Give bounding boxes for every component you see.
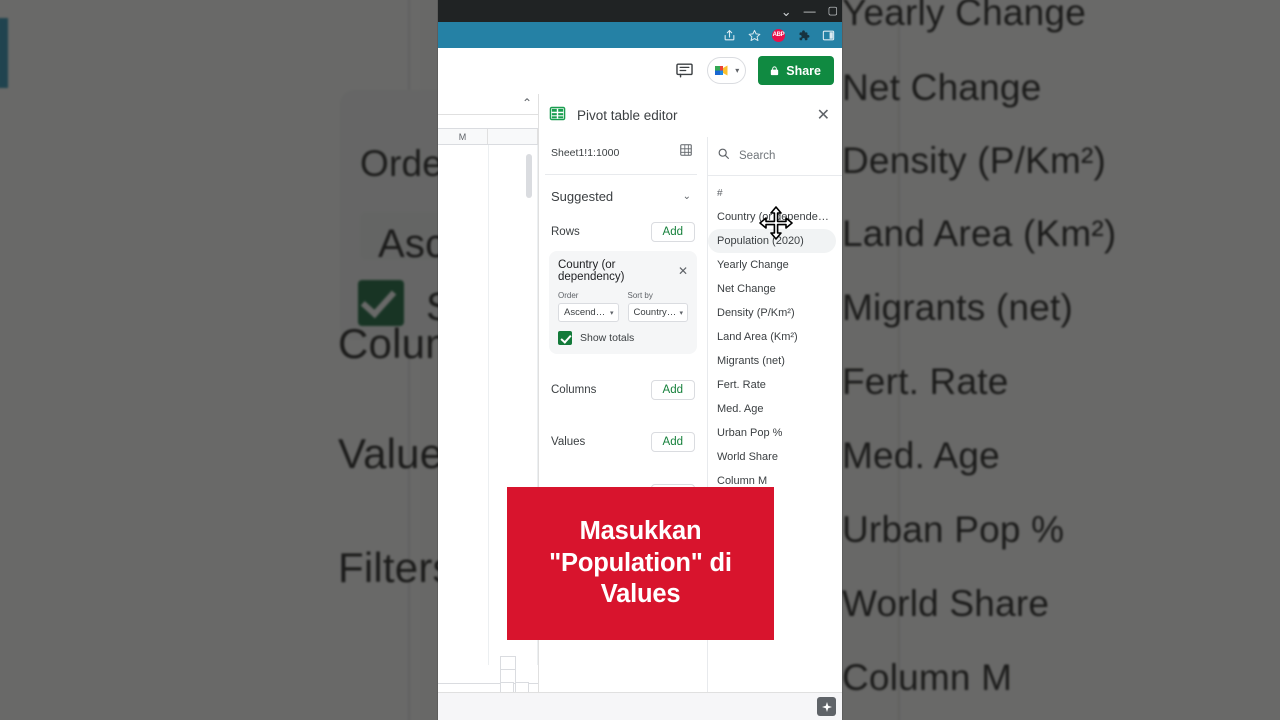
field-item-yearly-change[interactable]: Yearly Change [708, 253, 842, 277]
spreadsheet-side-cells [500, 656, 516, 682]
meet-caret-icon[interactable]: ▾ [735, 66, 739, 75]
values-add-button[interactable]: Add [650, 432, 695, 452]
field-item-migrants[interactable]: Migrants (net) [708, 349, 842, 373]
column-header-next[interactable] [488, 129, 538, 144]
column-header-m[interactable]: M [438, 129, 488, 144]
spreadsheet-scrollbar[interactable] [526, 154, 532, 198]
columns-label: Columns [551, 384, 597, 396]
field-item-world-share[interactable]: World Share [708, 445, 842, 469]
search-icon [717, 147, 730, 165]
maximize-icon[interactable]: ▢ [828, 5, 838, 17]
pivot-editor-title: Pivot table editor [577, 108, 678, 123]
caption-line-1: Masukkan [579, 517, 702, 546]
app-footer [438, 692, 842, 720]
screenshot-stage: Cour Order Asce S Column Values Filters … [0, 0, 1280, 720]
sidebar-panel-icon[interactable] [821, 28, 835, 42]
lock-icon [771, 65, 779, 75]
extensions-puzzle-icon[interactable] [796, 28, 810, 42]
field-item-hash[interactable]: # [708, 180, 842, 205]
values-section-header: Values Add [545, 422, 697, 458]
field-item-urban-pop[interactable]: Urban Pop % [708, 421, 842, 445]
caption-banner: Masukkan "Population" di Values [507, 487, 774, 640]
select-range-icon[interactable] [679, 143, 693, 162]
field-item-density[interactable]: Density (P/Km²) [708, 301, 842, 325]
pivot-table-icon [549, 105, 566, 127]
rows-section-header: Rows Add [545, 212, 697, 248]
sort-by-label: Sort by [627, 291, 653, 300]
data-range-row[interactable]: Sheet1!1:1000 [545, 137, 697, 175]
caption-line-2: "Population" di [549, 548, 732, 577]
suggested-section[interactable]: Suggested ⌄ [545, 175, 697, 212]
data-range-value: Sheet1!1:1000 [551, 146, 620, 159]
rows-label: Rows [551, 226, 580, 238]
columns-add-button[interactable]: Add [650, 380, 695, 400]
field-search-row[interactable]: Search [708, 137, 842, 176]
columns-section-header: Columns Add [545, 370, 697, 406]
order-select-value: Ascendi… [564, 307, 607, 318]
order-select[interactable]: Ascendi… ▾ [558, 303, 619, 322]
field-item-country[interactable]: Country (or dependency) [708, 205, 842, 229]
rows-field-card: Country (or dependency) ✕ Order Ascendi…… [549, 251, 697, 354]
spreadsheet-column-headers: M [438, 128, 538, 145]
field-item-net-change[interactable]: Net Change [708, 277, 842, 301]
bookmark-star-icon[interactable] [747, 28, 761, 42]
comment-icon[interactable] [675, 61, 695, 81]
caption-line-3: Values [600, 580, 681, 609]
values-label: Values [551, 436, 586, 448]
close-icon[interactable]: ✕ [817, 107, 830, 124]
caret-down-icon: ▾ [609, 309, 614, 317]
share-link-icon[interactable] [722, 28, 736, 42]
field-item-med-age[interactable]: Med. Age [708, 397, 842, 421]
order-label: Order [558, 291, 579, 300]
field-item-land-area[interactable]: Land Area (Km²) [708, 325, 842, 349]
remove-field-icon[interactable]: ✕ [678, 265, 688, 277]
share-button-label: Share [786, 63, 821, 78]
chevron-down-icon[interactable]: ⌄ [683, 191, 691, 202]
adblock-plus-icon[interactable]: ABP [772, 28, 785, 42]
explore-icon[interactable] [817, 697, 836, 716]
rows-field-name: Country (or dependency) [558, 259, 625, 283]
sheets-appbar: ▾ Share [438, 48, 842, 94]
search-input[interactable]: Search [739, 150, 775, 162]
chevron-down-icon[interactable]: ⌄ [781, 5, 792, 18]
browser-toolbar: ABP [438, 22, 842, 48]
caret-down-icon: ▾ [679, 309, 683, 317]
chevron-up-icon[interactable]: ⌃ [522, 96, 532, 110]
caption-text: Masukkan "Population" di Values [541, 516, 740, 611]
rows-add-button[interactable]: Add [650, 222, 695, 242]
window-titlebar: ⌄ — ▢ [438, 0, 842, 22]
field-item-population[interactable]: Population (2020) [708, 229, 836, 253]
sort-by-select[interactable]: Country (… ▾ [627, 303, 688, 322]
sort-by-select-value: Country (… [633, 307, 677, 318]
share-button[interactable]: Share [758, 56, 834, 85]
show-totals-checkbox[interactable] [558, 331, 572, 345]
field-item-fert-rate[interactable]: Fert. Rate [708, 373, 842, 397]
google-meet-button[interactable]: ▾ [707, 57, 747, 84]
pivot-editor-header: Pivot table editor ✕ [539, 94, 842, 137]
suggested-label: Suggested [551, 189, 614, 204]
show-totals-label: Show totals [580, 332, 635, 344]
minimize-icon[interactable]: — [804, 5, 816, 17]
